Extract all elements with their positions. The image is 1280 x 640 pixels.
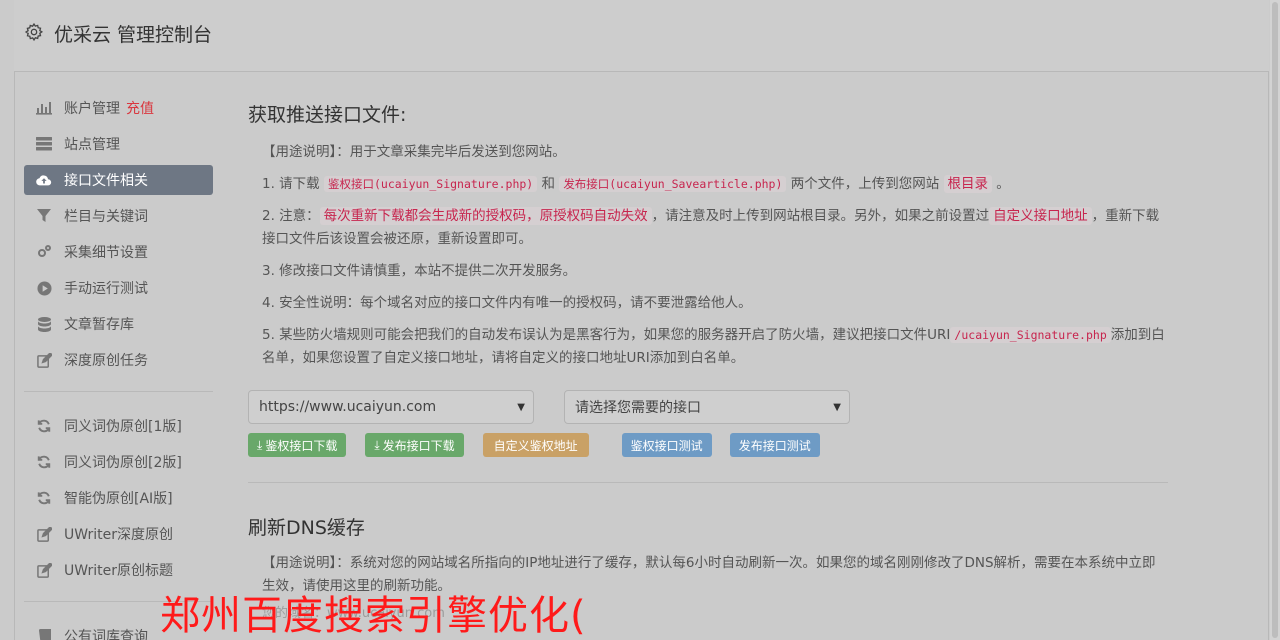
sidebar-item-label: 同义词伪原创[2版] bbox=[64, 455, 182, 471]
push-step-1: 1. 请下载 鉴权接口(ucaiyun_Signature.php) 和 发布接… bbox=[262, 173, 1168, 196]
recharge-link[interactable]: 充值 bbox=[126, 98, 154, 118]
cogs-icon bbox=[36, 244, 52, 260]
push-step-3: 3. 修改接口文件请慎重，本站不提供二次开发服务。 bbox=[262, 263, 577, 279]
text-segment: ，请注意及时上传到网站根目录。另外，如果之前设置过 bbox=[651, 208, 990, 224]
sidebar-item-label: UWriter深度原创 bbox=[64, 527, 173, 543]
sidebar-item-label: 手动运行测试 bbox=[64, 281, 148, 297]
sidebar-item-label: 采集细节设置 bbox=[64, 245, 148, 261]
sidebar-item-synonym-v1[interactable]: 同义词伪原创[1版] bbox=[24, 411, 213, 441]
sidebar-nav: 账户管理 充值 站点管理 接口文件相关 栏目与关键词 采集细节设置 手动运行测试 bbox=[24, 93, 213, 640]
button-label: 鉴权接口下载 bbox=[265, 438, 338, 453]
bar-chart-icon bbox=[36, 100, 52, 116]
watermark-overlay: 郑州百度搜索引擎优化( bbox=[160, 593, 587, 639]
download-icon: ⤓ bbox=[374, 437, 380, 452]
action-buttons: ⤓ 鉴权接口下载 ⤓ 发布接口下载 自定义鉴权地址 鉴权接口测试 发布接口测试 bbox=[248, 433, 1168, 457]
code-publish-file: 发布接口(ucaiyun_Savearticle.php) bbox=[559, 176, 787, 192]
sidebar-item-interface-files[interactable]: 接口文件相关 bbox=[24, 165, 213, 195]
button-label: 自定义鉴权地址 bbox=[493, 438, 578, 453]
code-signature-uri: /ucaiyun_Signature.php bbox=[950, 327, 1111, 343]
text-segment: 两个文件，上传到您网站 bbox=[786, 176, 944, 192]
code-new-token-warning: 每次重新下载都会生成新的授权码，原授权码自动失效 bbox=[319, 207, 652, 225]
site-select-value: https://www.ucaiyun.com bbox=[259, 399, 437, 415]
sidebar-item-label: 站点管理 bbox=[64, 137, 120, 153]
push-step-2: 2. 注意： 每次重新下载都会生成新的授权码，原授权码自动失效 ，请注意及时上传到网… bbox=[262, 205, 1168, 251]
cloud-upload-icon bbox=[36, 172, 52, 188]
page-scrollbar[interactable] bbox=[1270, 0, 1280, 640]
server-icon bbox=[36, 136, 52, 152]
text-segment: 2. 注意： bbox=[262, 208, 320, 224]
sidebar-item-collect-settings[interactable]: 采集细节设置 bbox=[24, 237, 213, 267]
code-root-dir: 根目录 bbox=[943, 175, 992, 193]
sidebar-item-columns-keywords[interactable]: 栏目与关键词 bbox=[24, 201, 213, 231]
sidebar-item-article-storage[interactable]: 文章暂存库 bbox=[24, 309, 213, 339]
sidebar-item-label: 同义词伪原创[1版] bbox=[64, 419, 182, 435]
chevron-down-icon: ▼ bbox=[517, 401, 525, 413]
sidebar-item-account[interactable]: 账户管理 充值 bbox=[24, 93, 213, 123]
sidebar-item-ai-original[interactable]: 智能伪原创[AI版] bbox=[24, 483, 213, 513]
refresh-icon bbox=[36, 454, 52, 470]
push-step-4: 4. 安全性说明：每个域名对应的接口文件内有唯一的授权码，请不要泄露给他人。 bbox=[262, 295, 752, 311]
edit-icon bbox=[36, 562, 52, 578]
test-auth-button[interactable]: 鉴权接口测试 bbox=[621, 433, 712, 457]
play-circle-icon bbox=[36, 280, 52, 296]
download-auth-button[interactable]: ⤓ 鉴权接口下载 bbox=[248, 433, 347, 457]
sidebar-item-label: 账户管理 bbox=[64, 101, 120, 117]
text-segment: 1. 请下载 bbox=[262, 176, 324, 192]
sidebar-item-sites[interactable]: 站点管理 bbox=[24, 129, 213, 159]
scrollbar-thumb[interactable] bbox=[1272, 2, 1278, 638]
book-icon bbox=[36, 628, 52, 640]
refresh-icon bbox=[36, 418, 52, 434]
custom-auth-url-button[interactable]: 自定义鉴权地址 bbox=[482, 433, 589, 457]
gear-icon bbox=[24, 22, 44, 42]
sidebar-item-uwriter-deep[interactable]: UWriter深度原创 bbox=[24, 519, 213, 549]
button-label: 发布接口下载 bbox=[382, 438, 455, 453]
button-label: 鉴权接口测试 bbox=[630, 438, 703, 453]
download-publish-button[interactable]: ⤓ 发布接口下载 bbox=[365, 433, 464, 457]
text-segment: 5. 某些防火墙规则可能会把我们的自动发布误认为是黑客行为，如果您的服务器开启了… bbox=[262, 327, 951, 343]
code-custom-url: 自定义接口地址 bbox=[989, 207, 1092, 225]
top-header: 优采云 管理控制台 bbox=[14, 0, 1269, 72]
app-title: 优采云 管理控制台 bbox=[54, 24, 213, 46]
sidebar-item-label: 文章暂存库 bbox=[64, 317, 134, 333]
section-divider bbox=[248, 482, 1168, 483]
filter-icon bbox=[36, 208, 52, 224]
sidebar-item-manual-test[interactable]: 手动运行测试 bbox=[24, 273, 213, 303]
database-icon bbox=[36, 316, 52, 332]
code-auth-file: 鉴权接口(ucaiyun_Signature.php) bbox=[323, 176, 538, 192]
select-row: https://www.ucaiyun.com ▼ 请选择您需要的接口 ▼ bbox=[248, 390, 1168, 424]
push-section-title: 获取推送接口文件: bbox=[248, 104, 407, 126]
push-step-5: 5. 某些防火墙规则可能会把我们的自动发布误认为是黑客行为，如果您的服务器开启了… bbox=[262, 324, 1168, 370]
button-label: 发布接口测试 bbox=[738, 438, 811, 453]
sidebar-item-label: 栏目与关键词 bbox=[64, 209, 148, 225]
sidebar-item-synonym-v2[interactable]: 同义词伪原创[2版] bbox=[24, 447, 213, 477]
push-usage-text: 【用途说明】：用于文章采集完毕后发送到您网站。 bbox=[262, 144, 566, 160]
text-segment: 。 bbox=[992, 176, 1010, 192]
sidebar-item-label: 公有词库查询 bbox=[64, 629, 148, 640]
edit-icon bbox=[36, 526, 52, 542]
text-segment: 和 bbox=[537, 176, 560, 192]
edit-icon bbox=[36, 352, 52, 368]
refresh-icon bbox=[36, 490, 52, 506]
sidebar-item-uwriter-title[interactable]: UWriter原创标题 bbox=[24, 555, 213, 585]
download-icon: ⤓ bbox=[257, 437, 263, 452]
chevron-down-icon: ▼ bbox=[833, 401, 841, 413]
sidebar-item-label: UWriter原创标题 bbox=[64, 563, 173, 579]
sidebar-item-label: 智能伪原创[AI版] bbox=[64, 491, 173, 507]
api-select-value: 请选择您需要的接口 bbox=[575, 400, 701, 416]
site-select[interactable]: https://www.ucaiyun.com ▼ bbox=[248, 390, 534, 424]
sidebar-item-label: 接口文件相关 bbox=[64, 173, 148, 189]
sidebar-item-deep-original[interactable]: 深度原创任务 bbox=[24, 345, 213, 375]
test-publish-button[interactable]: 发布接口测试 bbox=[729, 433, 820, 457]
sidebar-divider bbox=[24, 391, 213, 392]
api-select[interactable]: 请选择您需要的接口 ▼ bbox=[564, 390, 850, 424]
main-content: 获取推送接口文件: 【用途说明】：用于文章采集完毕后发送到您网站。 1. 请下载… bbox=[248, 100, 1168, 621]
sidebar-item-label: 深度原创任务 bbox=[64, 353, 148, 369]
dns-section-title: 刷新DNS缓存 bbox=[248, 517, 365, 539]
